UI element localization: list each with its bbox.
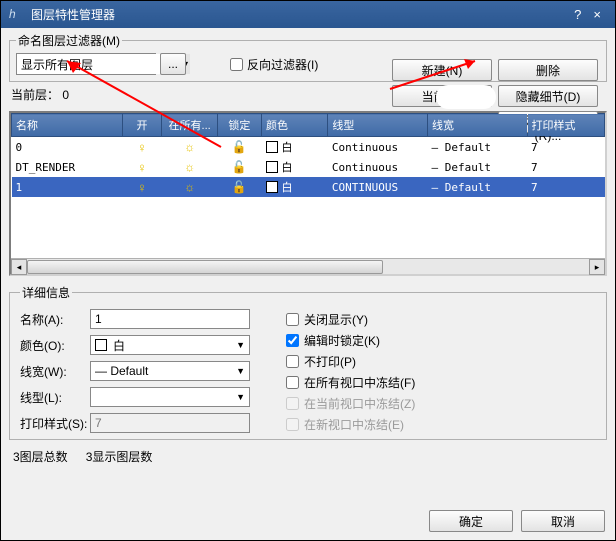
- total-layers: 3图层总数: [13, 448, 68, 465]
- cell-color[interactable]: 白: [262, 177, 328, 197]
- shown-layers: 3显示图层数: [86, 448, 153, 465]
- col-freeze[interactable]: 在所有...: [162, 114, 217, 137]
- app-logo-icon: h: [9, 7, 25, 23]
- col-on[interactable]: 开: [122, 114, 162, 137]
- details-group: 详细信息 名称(A): 颜色(O): 白 ▼ 线宽(W): — Default …: [9, 284, 607, 440]
- check-off-input[interactable]: [286, 313, 299, 326]
- cell-linetype[interactable]: CONTINUOUS: [328, 177, 428, 197]
- hide-details-button[interactable]: 隐藏细节(D): [498, 85, 598, 107]
- check-lock-input[interactable]: [286, 334, 299, 347]
- check-off[interactable]: 关闭显示(Y): [286, 311, 415, 328]
- new-layer-button[interactable]: 新建(N): [392, 59, 492, 81]
- check-noplot-input[interactable]: [286, 355, 299, 368]
- lock-icon[interactable]: 🔓: [217, 157, 261, 177]
- table-row[interactable]: 1♀☼🔓白CONTINUOUS— Default7: [12, 177, 605, 197]
- help-button[interactable]: ?: [568, 7, 587, 22]
- sun-icon[interactable]: ☼: [162, 137, 217, 158]
- check-freeze_all-input[interactable]: [286, 376, 299, 389]
- layer-manager-window: h 图层特性管理器 ? × 命名图层过滤器(M) ▼ ... 反向过滤器(I) …: [0, 0, 616, 541]
- cell-lineweight[interactable]: — Default: [427, 177, 527, 197]
- named-filter-group: 命名图层过滤器(M) ▼ ... 反向过滤器(I) 新建(N) 删除 当前(C)…: [9, 32, 607, 82]
- filter-browse-button[interactable]: ...: [160, 53, 186, 75]
- delete-layer-button[interactable]: 删除: [498, 59, 598, 81]
- bulb-icon[interactable]: ♀: [122, 137, 162, 158]
- detail-name-label: 名称(A):: [20, 311, 90, 328]
- chevron-down-icon[interactable]: ▼: [236, 392, 245, 402]
- detail-color-combo[interactable]: 白 ▼: [90, 335, 250, 355]
- detail-color-label: 颜色(O):: [20, 337, 90, 354]
- chevron-down-icon[interactable]: ▼: [236, 340, 245, 350]
- grid-header-row: 名称 开 在所有... 锁定 颜色 线型 线宽 打印样式: [12, 114, 605, 137]
- annotation-highlight: [436, 85, 496, 109]
- filter-combo[interactable]: ▼: [16, 53, 156, 75]
- detail-pstyle-input: [90, 413, 250, 433]
- detail-ltype-label: 线型(L):: [20, 389, 90, 406]
- check-freeze_all[interactable]: 在所有视口中冻结(F): [286, 374, 415, 391]
- invert-filter-input[interactable]: [230, 58, 243, 71]
- cancel-button[interactable]: 取消: [521, 510, 605, 532]
- chevron-down-icon[interactable]: ▼: [236, 366, 245, 376]
- sun-icon[interactable]: ☼: [162, 157, 217, 177]
- scroll-right-icon[interactable]: ▸: [589, 259, 605, 275]
- bulb-icon[interactable]: ♀: [122, 177, 162, 197]
- cell-plotstyle[interactable]: 7: [527, 177, 604, 197]
- cell-plotstyle[interactable]: 7: [527, 157, 604, 177]
- table-row[interactable]: DT_RENDER♀☼🔓白Continuous— Default7: [12, 157, 605, 177]
- summary-row: 3图层总数 3显示图层数: [13, 448, 603, 465]
- invert-filter-checkbox[interactable]: 反向过滤器(I): [230, 56, 318, 73]
- detail-lwt-label: 线宽(W):: [20, 363, 90, 380]
- cell-linetype[interactable]: Continuous: [328, 137, 428, 158]
- color-swatch-icon: [95, 339, 107, 351]
- detail-lwt-combo[interactable]: — Default ▼: [90, 361, 250, 381]
- col-lock[interactable]: 锁定: [217, 114, 261, 137]
- col-lineweight[interactable]: 线宽: [427, 114, 527, 137]
- close-button[interactable]: ×: [587, 7, 607, 22]
- detail-pstyle-label: 打印样式(S):: [20, 415, 90, 432]
- layer-grid: 名称 开 在所有... 锁定 颜色 线型 线宽 打印样式 0♀☼🔓白Contin…: [9, 111, 607, 276]
- horizontal-scrollbar[interactable]: ◂ ▸: [11, 258, 605, 274]
- detail-ltype-combo[interactable]: ▼: [90, 387, 250, 407]
- table-row[interactable]: 0♀☼🔓白Continuous— Default7: [12, 137, 605, 158]
- col-color[interactable]: 颜色: [262, 114, 328, 137]
- check-lock[interactable]: 编辑时锁定(K): [286, 332, 415, 349]
- check-freeze_cur: 在当前视口中冻结(Z): [286, 395, 415, 412]
- filter-combo-input[interactable]: [17, 54, 180, 74]
- window-title: 图层特性管理器: [31, 6, 568, 23]
- col-name[interactable]: 名称: [12, 114, 123, 137]
- cell-name[interactable]: 0: [12, 137, 123, 158]
- sun-icon[interactable]: ☼: [162, 177, 217, 197]
- check-freeze_cur-input: [286, 397, 299, 410]
- cell-lineweight[interactable]: — Default: [427, 157, 527, 177]
- details-legend: 详细信息: [20, 284, 72, 301]
- ok-button[interactable]: 确定: [429, 510, 513, 532]
- detail-name-input[interactable]: [90, 309, 250, 329]
- lock-icon[interactable]: 🔓: [217, 137, 261, 158]
- cell-name[interactable]: DT_RENDER: [12, 157, 123, 177]
- cell-lineweight[interactable]: — Default: [427, 137, 527, 158]
- scroll-thumb[interactable]: [27, 260, 383, 274]
- cell-name[interactable]: 1: [12, 177, 123, 197]
- bulb-icon[interactable]: ♀: [122, 157, 162, 177]
- titlebar: h 图层特性管理器 ? ×: [1, 1, 615, 28]
- col-plotstyle[interactable]: 打印样式: [527, 114, 604, 137]
- col-linetype[interactable]: 线型: [328, 114, 428, 137]
- check-noplot[interactable]: 不打印(P): [286, 353, 415, 370]
- lock-icon[interactable]: 🔓: [217, 177, 261, 197]
- cell-color[interactable]: 白: [262, 137, 328, 158]
- cell-linetype[interactable]: Continuous: [328, 157, 428, 177]
- check-freeze_new: 在新视口中冻结(E): [286, 416, 415, 433]
- cell-color[interactable]: 白: [262, 157, 328, 177]
- scroll-left-icon[interactable]: ◂: [11, 259, 27, 275]
- check-freeze_new-input: [286, 418, 299, 431]
- named-filter-legend: 命名图层过滤器(M): [16, 32, 122, 49]
